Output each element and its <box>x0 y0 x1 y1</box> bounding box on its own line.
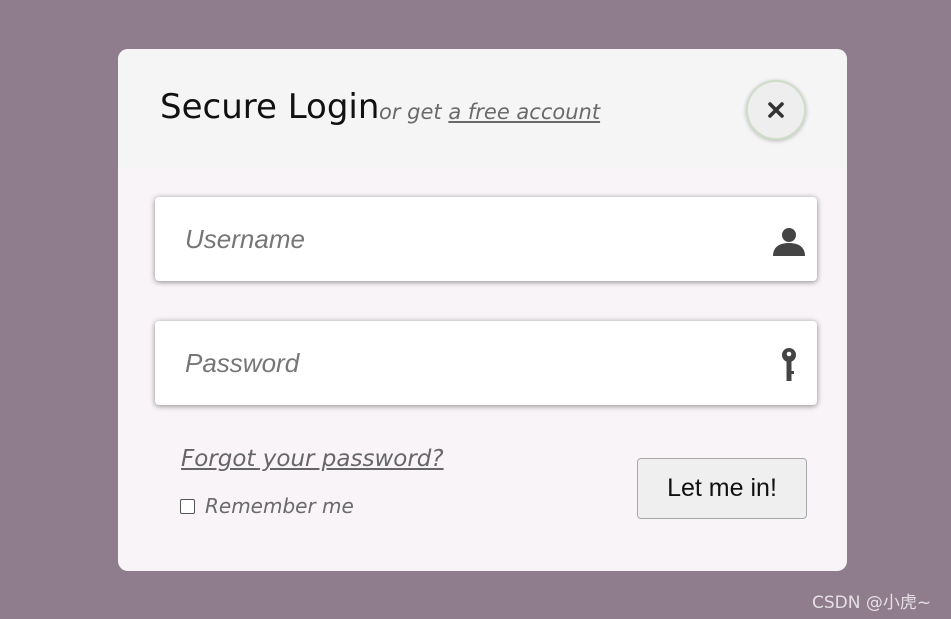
forgot-password-link[interactable]: Forgot your password? <box>181 446 444 472</box>
password-input[interactable] <box>155 321 755 405</box>
remember-me-row: Remember me <box>180 494 354 518</box>
close-button[interactable] <box>746 80 806 140</box>
watermark: CSDN @小虎~ <box>812 593 932 613</box>
modal-subtitle: or get a free account <box>379 100 600 124</box>
free-account-link[interactable]: a free account <box>448 100 600 124</box>
password-field-wrapper <box>155 321 817 405</box>
login-button[interactable]: Let me in! <box>637 458 807 519</box>
subtitle-prefix: or get <box>379 100 442 124</box>
login-modal: Secure Login or get a free account Forgo… <box>118 49 847 571</box>
username-field-wrapper <box>155 197 817 281</box>
modal-header: Secure Login or get a free account <box>118 49 847 169</box>
close-icon <box>768 102 784 118</box>
user-icon <box>773 228 805 256</box>
username-input[interactable] <box>155 197 755 281</box>
modal-title: Secure Login <box>160 87 380 127</box>
remember-me-label[interactable]: Remember me <box>205 494 354 518</box>
key-icon <box>782 348 796 381</box>
remember-me-checkbox[interactable] <box>180 498 195 514</box>
